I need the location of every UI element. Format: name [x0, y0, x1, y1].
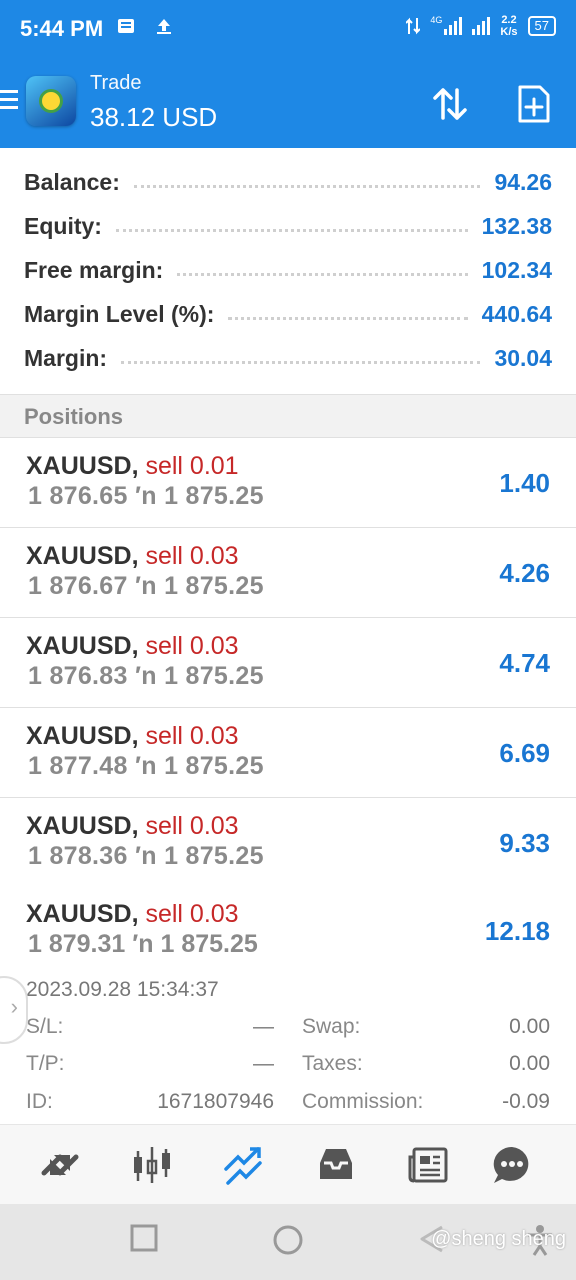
data-transfer-icon — [406, 17, 421, 35]
sl-value: — — [253, 1015, 274, 1038]
taxes-label: Taxes: — [302, 1052, 363, 1075]
signal-icon: 4G — [430, 15, 463, 35]
swap-label: Swap: — [302, 1015, 361, 1038]
chart-icon[interactable] — [128, 1141, 176, 1189]
position-row[interactable]: XAUUSD, sell 0.03 1 876.67 ′n 1 875.25 4… — [0, 528, 576, 618]
summary-row-balance: Balance: 94.26 — [24, 168, 552, 195]
position-row-expanded[interactable]: XAUUSD, sell 0.03 1 879.31 ′n 1 875.25 1… — [0, 886, 576, 1124]
position-row[interactable]: XAUUSD, sell 0.03 1 878.36 ′n 1 875.25 9… — [0, 798, 576, 888]
chevron-right-icon: › — [10, 994, 18, 1019]
summary-row-equity: Equity: 132.38 — [24, 212, 552, 239]
taxes-value: 0.00 — [509, 1052, 550, 1075]
history-icon[interactable] — [312, 1141, 360, 1189]
position-row[interactable]: XAUUSD, sell 0.03 1 876.83 ′n 1 875.25 4… — [0, 618, 576, 708]
home-button[interactable] — [272, 1224, 304, 1261]
id-value: 1671807946 — [157, 1090, 274, 1113]
network-speed: 2.2 K/s — [500, 14, 518, 38]
position-row[interactable]: XAUUSD, sell 0.01 1 876.65 ′n 1 875.25 1… — [0, 438, 576, 528]
summary-row-margin-level: Margin Level (%): 440.64 — [24, 300, 552, 327]
account-profit: 38.12 USD — [90, 102, 218, 132]
clock: 5:44 PM — [20, 16, 104, 41]
bottom-nav — [0, 1124, 576, 1204]
sl-label: S/L: — [26, 1015, 64, 1038]
id-label: ID: — [26, 1090, 53, 1113]
summary-row-margin: Margin: 30.04 — [24, 344, 552, 371]
watermark: @sheng sheng — [431, 1228, 566, 1250]
notification-icon — [118, 19, 134, 33]
trade-icon[interactable] — [220, 1141, 268, 1189]
new-order-icon[interactable] — [512, 82, 556, 126]
menu-icon[interactable] — [0, 90, 18, 114]
status-bar: 5:44 PM 4G 2.2 K/s 57 — [0, 0, 576, 60]
sort-icon[interactable] — [428, 82, 472, 126]
positions-header: Positions — [0, 394, 576, 438]
battery-icon: 57 — [527, 16, 556, 36]
account-summary: Balance: 94.26 Equity: 132.38 Free margin:… — [0, 148, 576, 394]
system-nav-bar: @sheng sheng — [0, 1204, 576, 1280]
commission-value: -0.09 — [502, 1090, 550, 1113]
app-bar: Trade 38.12 USD — [0, 60, 576, 148]
news-icon[interactable] — [404, 1141, 452, 1189]
recents-button[interactable] — [130, 1224, 158, 1257]
messages-icon[interactable] — [488, 1141, 536, 1189]
upload-icon — [156, 19, 171, 34]
position-row[interactable]: XAUUSD, sell 0.03 1 877.48 ′n 1 875.25 6… — [0, 708, 576, 798]
app-logo — [26, 76, 76, 126]
summary-row-free-margin: Free margin: 102.34 — [24, 256, 552, 283]
notification-icons — [116, 16, 174, 42]
commission-label: Commission: — [302, 1090, 424, 1113]
swap-value: 0.00 — [509, 1015, 550, 1038]
signal-icon-2 — [472, 17, 491, 35]
page-title: Trade — [90, 72, 142, 94]
tp-label: T/P: — [26, 1052, 65, 1075]
tp-value: — — [253, 1052, 274, 1075]
open-time: 2023.09.28 15:34:37 — [26, 978, 219, 1001]
quotes-icon[interactable] — [36, 1141, 84, 1189]
status-icons: 4G 2.2 K/s 57 — [406, 14, 556, 38]
